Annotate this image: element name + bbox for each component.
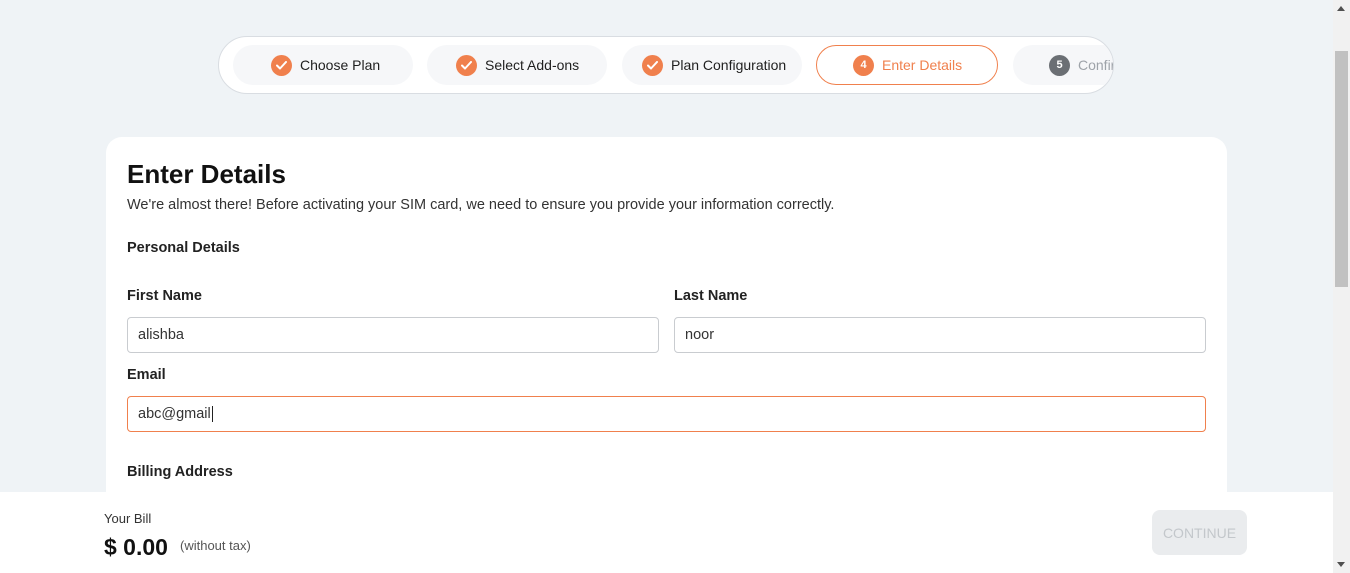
billing-address-heading: Billing Address	[127, 464, 233, 480]
step-plan-configuration[interactable]: Plan Configuration	[622, 45, 802, 85]
continue-button[interactable]: CONTINUE	[1152, 510, 1247, 555]
page-scrollbar[interactable]	[1333, 0, 1350, 573]
email-value: abc@gmail	[138, 406, 211, 422]
personal-details-heading: Personal Details	[127, 240, 240, 256]
scroll-thumb[interactable]	[1335, 51, 1348, 287]
step-label: Plan Configuration	[671, 57, 787, 73]
email-label: Email	[127, 367, 166, 383]
bill-label: Your Bill	[104, 511, 152, 526]
page-title: Enter Details	[127, 159, 286, 189]
check-icon	[456, 54, 477, 76]
step-select-addons[interactable]: Select Add-ons	[427, 45, 607, 85]
tax-note: (without tax)	[180, 538, 251, 553]
progress-stepper: Choose Plan Select Add-ons Plan Configur…	[218, 36, 1114, 94]
step-choose-plan[interactable]: Choose Plan	[233, 45, 413, 85]
email-input[interactable]: abc@gmail	[127, 396, 1206, 432]
step-label: Enter Details	[882, 57, 963, 73]
page-subtitle: We're almost there! Before activating yo…	[127, 197, 835, 213]
first-name-label: First Name	[127, 288, 202, 304]
check-icon	[642, 54, 663, 76]
text-cursor	[211, 406, 213, 422]
details-card: Enter Details We're almost there! Before…	[106, 137, 1227, 537]
check-icon	[271, 54, 292, 76]
step-number: 5	[1049, 54, 1070, 76]
step-label: Confirm	[1078, 57, 1113, 73]
bill-amount: $ 0.00	[104, 534, 168, 560]
step-number: 4	[853, 54, 874, 76]
step-enter-details[interactable]: 4 Enter Details	[816, 45, 998, 85]
bill-footer: Your Bill $ 0.00 (without tax) CONTINUE	[0, 492, 1333, 573]
last-name-label: Last Name	[674, 288, 748, 304]
scroll-up-icon[interactable]	[1337, 6, 1345, 11]
step-label: Choose Plan	[300, 57, 381, 73]
step-label: Select Add-ons	[485, 57, 580, 73]
last-name-input[interactable]	[674, 317, 1206, 353]
first-name-input[interactable]	[127, 317, 659, 353]
scroll-down-icon[interactable]	[1337, 562, 1345, 567]
step-confirm[interactable]: 5 Confirm	[1013, 45, 1113, 85]
